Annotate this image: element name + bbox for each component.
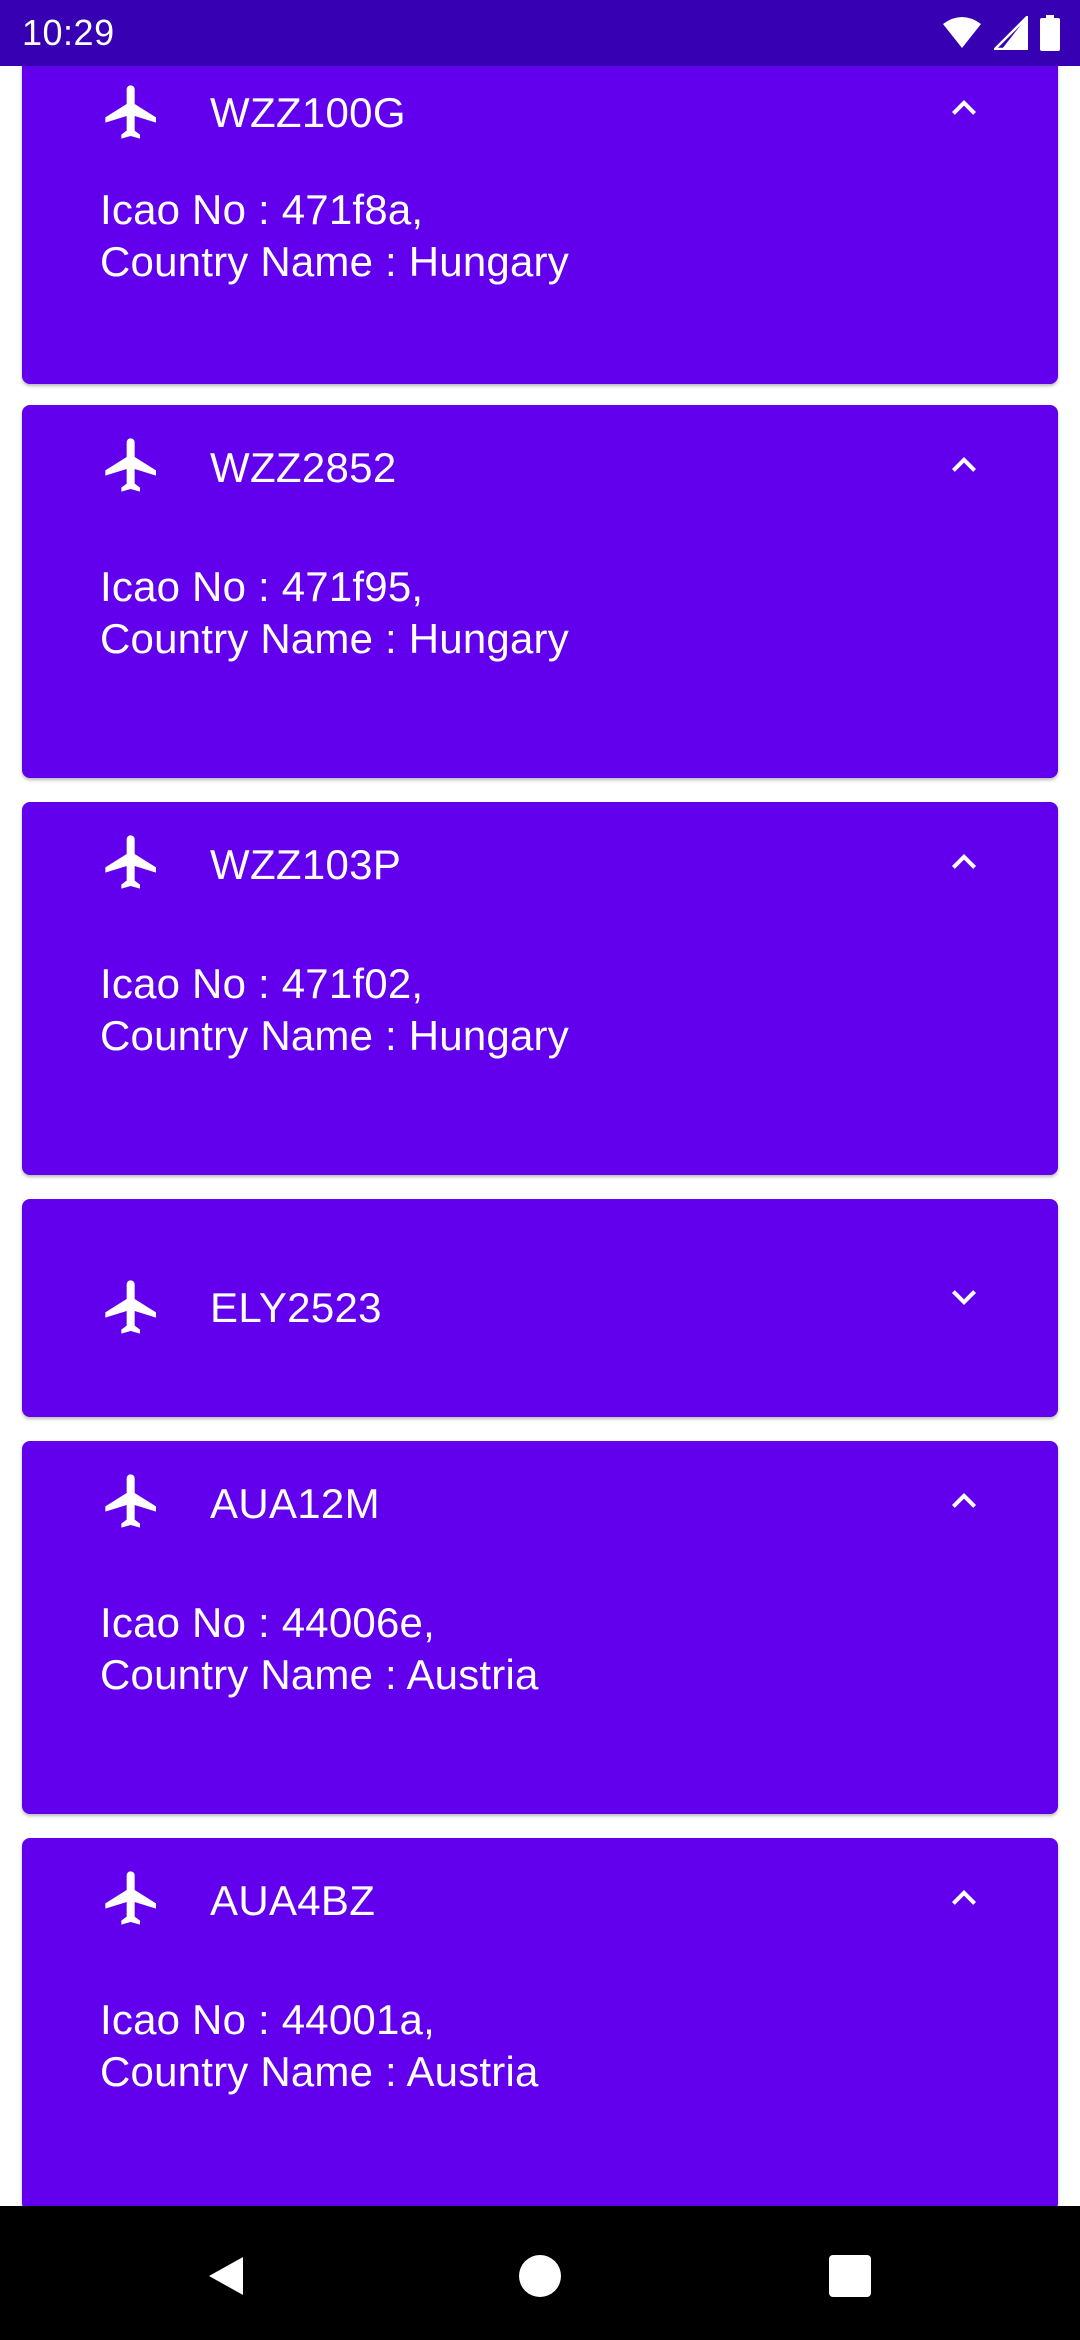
flight-callsign: AUA4BZ bbox=[210, 1877, 376, 1924]
status-time: 10:29 bbox=[22, 12, 115, 53]
country-name: Country Name : Austria bbox=[100, 1651, 539, 1698]
flight-list[interactable]: WZZ100G Icao No : 471f8a, Country Name :… bbox=[0, 66, 1080, 2206]
country-name: Country Name : Hungary bbox=[100, 615, 569, 662]
home-icon[interactable] bbox=[510, 2246, 570, 2306]
icao-number: Icao No : 44001a, bbox=[100, 1996, 435, 2043]
airplane-icon bbox=[100, 433, 164, 497]
country-name: Country Name : Austria bbox=[100, 2048, 539, 2095]
airplane-icon bbox=[100, 1866, 164, 1930]
chevron-up-icon[interactable] bbox=[940, 441, 988, 489]
flight-card-header[interactable]: WZZ103P bbox=[22, 802, 1058, 906]
flight-callsign: AUA12M bbox=[210, 1480, 380, 1527]
flight-details: Icao No : 471f95, Country Name : Hungary bbox=[100, 561, 569, 665]
flight-card[interactable]: WZZ2852 Icao No : 471f95, Country Name :… bbox=[22, 405, 1058, 778]
chevron-down-icon[interactable] bbox=[940, 1273, 988, 1321]
chevron-up-icon[interactable] bbox=[940, 838, 988, 886]
chevron-up-icon[interactable] bbox=[940, 1874, 988, 1922]
status-icons bbox=[942, 14, 1060, 52]
airplane-icon bbox=[100, 1469, 164, 1533]
icao-number: Icao No : 471f02, bbox=[100, 960, 424, 1007]
flight-details: Icao No : 44006e, Country Name : Austria bbox=[100, 1597, 539, 1701]
flight-details: Icao No : 471f8a, Country Name : Hungary bbox=[100, 184, 569, 288]
cellular-signal-icon bbox=[994, 16, 1028, 50]
flight-card-header[interactable]: ELY2523 bbox=[22, 1199, 1058, 1334]
flight-card-header[interactable]: AUA12M bbox=[22, 1441, 1058, 1545]
icao-number: Icao No : 471f95, bbox=[100, 563, 424, 610]
flight-card-header[interactable]: WZZ2852 bbox=[22, 405, 1058, 509]
flight-details: Icao No : 44001a, Country Name : Austria bbox=[100, 1994, 539, 2098]
flight-details: Icao No : 471f02, Country Name : Hungary bbox=[100, 958, 569, 1062]
chevron-up-icon[interactable] bbox=[940, 1477, 988, 1525]
flight-callsign: WZZ100G bbox=[210, 89, 406, 136]
flight-card[interactable]: WZZ103P Icao No : 471f02, Country Name :… bbox=[22, 802, 1058, 1175]
country-name: Country Name : Hungary bbox=[100, 1012, 569, 1059]
flight-card[interactable]: AUA4BZ Icao No : 44001a, Country Name : … bbox=[22, 1838, 1058, 2206]
back-icon[interactable] bbox=[196, 2246, 256, 2306]
icao-number: Icao No : 471f8a, bbox=[100, 186, 424, 233]
recents-icon[interactable] bbox=[820, 2246, 880, 2306]
flight-callsign: WZZ103P bbox=[210, 841, 402, 888]
country-name: Country Name : Hungary bbox=[100, 238, 569, 285]
airplane-icon bbox=[100, 80, 164, 144]
flight-callsign: WZZ2852 bbox=[210, 444, 397, 491]
icao-number: Icao No : 44006e, bbox=[100, 1599, 435, 1646]
chevron-up-icon[interactable] bbox=[940, 84, 988, 132]
status-bar: 10:29 bbox=[0, 0, 1080, 66]
battery-icon bbox=[1040, 15, 1060, 51]
flight-card-header[interactable]: AUA4BZ bbox=[22, 1838, 1058, 1942]
flight-card-header[interactable]: WZZ100G bbox=[22, 66, 1058, 158]
airplane-icon bbox=[100, 830, 164, 894]
flight-callsign: ELY2523 bbox=[210, 1284, 382, 1331]
flight-card[interactable]: AUA12M Icao No : 44006e, Country Name : … bbox=[22, 1441, 1058, 1814]
navigation-bar bbox=[0, 2206, 1080, 2340]
airplane-icon bbox=[100, 1275, 164, 1339]
flight-card[interactable]: WZZ100G Icao No : 471f8a, Country Name :… bbox=[22, 66, 1058, 384]
flight-card[interactable]: ELY2523 bbox=[22, 1199, 1058, 1417]
wifi-icon bbox=[942, 16, 982, 50]
